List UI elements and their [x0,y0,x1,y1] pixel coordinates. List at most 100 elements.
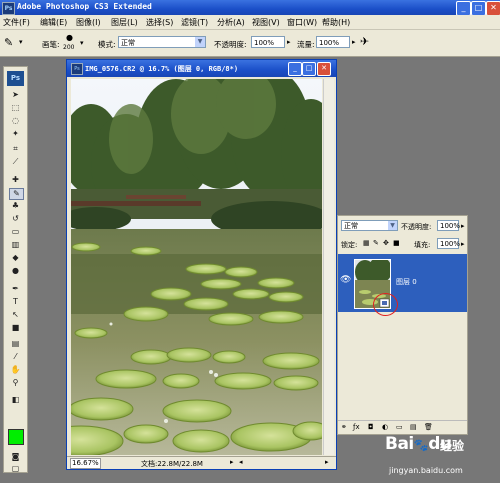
move-tool-icon[interactable]: ➤ [9,90,22,100]
menu-filter[interactable]: 滤镜(T) [181,17,208,28]
fill-input[interactable]: 100% [437,238,461,249]
marquee-tool-icon[interactable]: ⬚ [9,103,22,113]
screen-mode-icon[interactable]: ▢ [9,464,22,474]
opacity-value: 100% [254,39,275,47]
opacity-label: 不透明度: [214,40,247,49]
flow-input[interactable]: 100% [316,36,350,48]
path-selection-icon[interactable]: ↖ [9,310,22,320]
menu-file[interactable]: 文件(F) [3,17,30,28]
mode-label: 模式: [98,40,116,49]
lock-all-icon[interactable]: ■ [393,239,400,247]
foreground-color-swatch[interactable] [8,429,24,445]
doc-size-info: 文档:22.8M/22.8M [141,460,203,468]
blend-mode-value: 正常 [344,222,358,230]
layer-row-selected[interactable]: 👁 图层 0 [338,254,467,312]
hand-tool-icon[interactable]: ✋ [9,365,22,375]
layer-group-icon[interactable]: ▭ [396,423,403,431]
brush-size[interactable]: 200 [63,44,74,51]
blend-chevron-down-icon[interactable]: ▼ [388,221,397,230]
ps-logo: Ps [7,71,24,86]
quick-mask-icon[interactable]: ◙ [9,452,22,462]
document-titlebar[interactable]: Ps IMG_0576.CR2 @ 16.7% (图层 0, RGB/8*) _… [67,60,336,77]
layer-opacity-arrow-icon[interactable]: ▸ [461,222,465,230]
zoom-field[interactable]: 16.67% [70,458,101,469]
brush-label: 画笔: [42,40,60,49]
document-statusbar: 16.67% 文档:22.8M/22.8M ▸ ◂ ▸ [67,456,336,469]
minimize-icon[interactable]: _ [456,1,471,16]
doc-close-icon[interactable]: ✕ [317,62,331,76]
app-titlebar: Ps Adobe Photoshop CS3 Extended _ □ ✕ [0,0,500,16]
vertical-scrollbar[interactable] [323,79,334,455]
chevron-down-icon[interactable]: ▼ [195,37,205,47]
ps-doc-icon: Ps [71,63,83,75]
gradient-tool-icon[interactable]: ▥ [9,240,22,250]
eyedropper-icon[interactable]: ⁄ [9,352,22,362]
maximize-icon[interactable]: □ [471,1,486,16]
menu-analysis[interactable]: 分析(A) [217,17,245,28]
new-layer-icon[interactable]: ▤ [410,423,417,431]
image-canvas[interactable] [71,79,322,455]
brush-tool-icon[interactable]: ✎ [9,188,24,200]
layer-mask-icon[interactable]: ◘ [368,423,374,431]
link-layers-icon[interactable]: ⚭ [341,423,347,431]
close-icon[interactable]: ✕ [486,1,500,16]
stamp-tool-icon[interactable]: ♣ [9,201,22,211]
menu-select[interactable]: 选择(S) [146,17,173,28]
layer-opacity-input[interactable]: 100% [437,220,461,231]
mode-value: 正常 [121,39,135,47]
scroll-right-icon[interactable]: ▸ [325,458,329,466]
eraser-tool-icon[interactable]: ▭ [9,227,22,237]
lock-transparent-icon[interactable]: ▦ [363,239,370,247]
type-tool-icon[interactable]: T [9,297,22,307]
tool-preset-arrow-icon[interactable]: ▾ [19,38,23,46]
doc-maximize-icon[interactable]: □ [302,62,316,76]
doc-minimize-icon[interactable]: _ [288,62,302,76]
blend-mode-select[interactable]: 正常 ▼ [341,220,398,231]
default-colors-icon[interactable]: ◧ [9,395,22,405]
flow-arrow-icon[interactable]: ▸ [352,38,356,46]
app-title: Adobe Photoshop CS3 Extended [17,2,152,11]
fill-arrow-icon[interactable]: ▸ [461,240,465,248]
lock-image-icon[interactable]: ✎ [373,239,379,247]
slice-tool-icon[interactable]: ⟋ [9,157,22,167]
opacity-input[interactable]: 100% [251,36,285,48]
opacity-arrow-icon[interactable]: ▸ [287,38,291,46]
history-brush-icon[interactable]: ↺ [9,214,22,224]
layer-name: 图层 0 [396,278,417,286]
healing-brush-icon[interactable]: ✚ [9,175,22,185]
scroll-left-icon[interactable]: ◂ [239,458,243,466]
ps-app-icon: Ps [2,2,15,15]
fill-value: 100% [440,240,461,248]
delete-layer-icon[interactable]: 🗑 [424,423,433,431]
notes-tool-icon[interactable]: ▤ [9,339,22,349]
adjustment-layer-icon[interactable]: ◐ [382,423,388,431]
lock-label: 锁定: [341,241,358,249]
menu-help[interactable]: 帮助(H) [322,17,350,28]
menu-layer[interactable]: 图层(L) [111,17,138,28]
status-menu-arrow-icon[interactable]: ▸ [230,458,234,466]
lasso-tool-icon[interactable]: ◌ [9,116,22,126]
shape-tool-icon[interactable]: ■ [9,323,22,333]
layer-opacity-value: 100% [440,222,461,230]
magic-wand-icon[interactable]: ✦ [9,129,22,139]
menu-window[interactable]: 窗口(W) [287,17,317,28]
document-title: IMG_0576.CR2 @ 16.7% (图层 0, RGB/8*) [85,65,239,73]
eye-icon[interactable]: 👁 [340,275,351,286]
layer-style-icon[interactable]: ƒx [353,423,360,431]
pen-tool-icon[interactable]: ✒ [9,284,22,294]
menu-edit[interactable]: 编辑(E) [40,17,67,28]
brush-dot-icon[interactable]: ● [66,33,73,42]
mode-select[interactable]: 正常 ▼ [118,36,206,48]
menu-view[interactable]: 视图(V) [252,17,280,28]
brush-picker-arrow-icon[interactable]: ▾ [80,39,84,47]
menu-image[interactable]: 图像(I) [76,17,101,28]
document-window: Ps IMG_0576.CR2 @ 16.7% (图层 0, RGB/8*) _… [66,59,337,470]
watermark-url: jingyan.baidu.com [389,466,463,475]
lock-position-icon[interactable]: ✥ [383,239,389,247]
zoom-tool-icon[interactable]: ⚲ [9,378,22,388]
crop-tool-icon[interactable]: ⌗ [9,144,22,154]
airbrush-icon[interactable]: ✈ [360,35,369,48]
dodge-tool-icon[interactable]: ● [9,266,22,276]
brush-tool-icon[interactable]: ✎ [4,36,13,49]
blur-tool-icon[interactable]: ◆ [9,253,22,263]
